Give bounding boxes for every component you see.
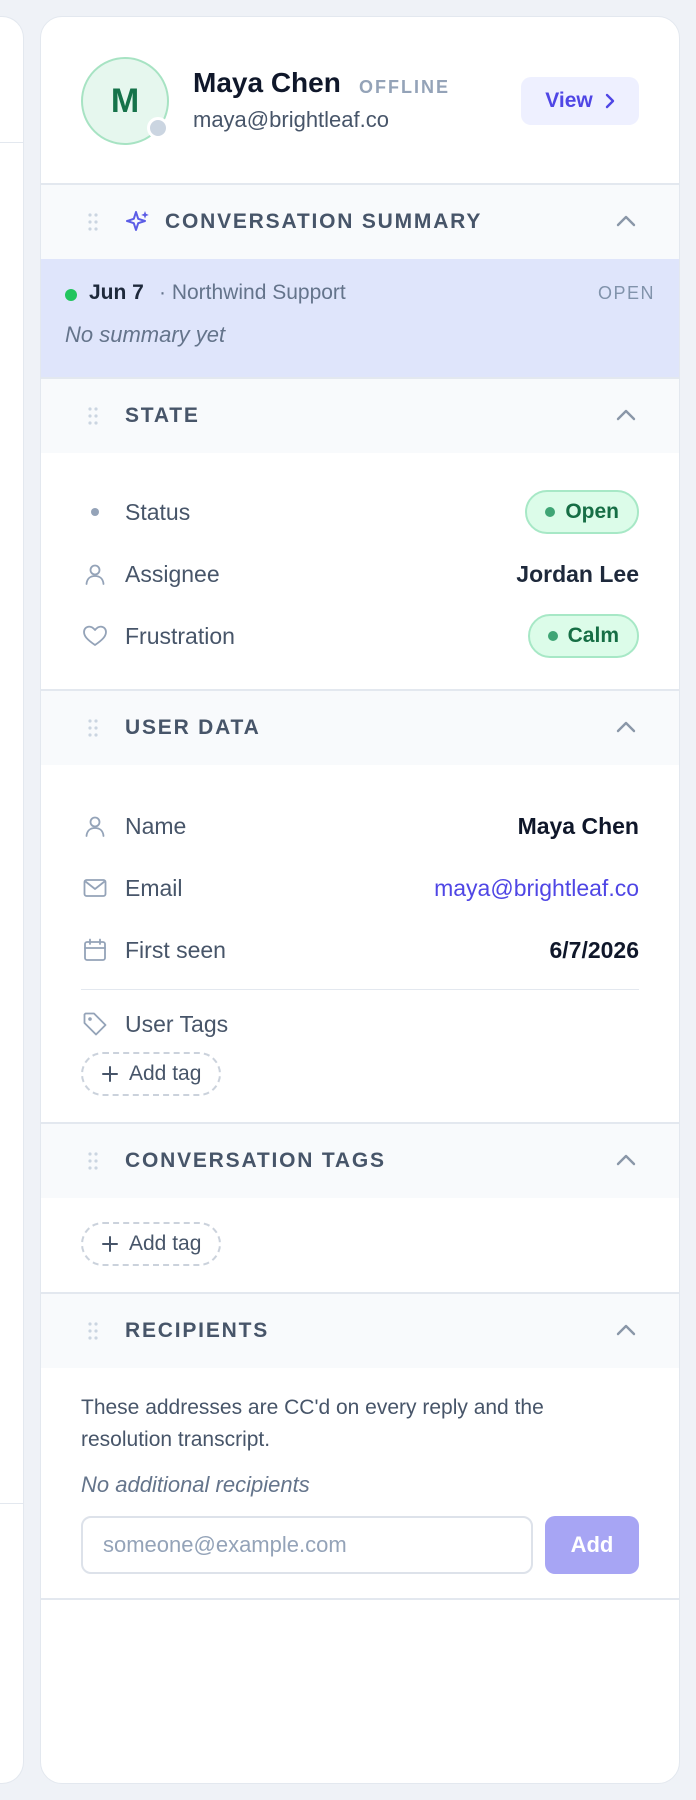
conversation-details-panel: M Maya Chen OFFLINE maya@brightleaf.co V… bbox=[40, 16, 680, 1784]
drag-handle-icon[interactable] bbox=[87, 719, 99, 737]
user-icon bbox=[81, 560, 109, 588]
plus-icon bbox=[102, 1236, 118, 1252]
state-row-assignee: Assignee Jordan Lee bbox=[81, 543, 639, 605]
conversation-state: OPEN bbox=[597, 283, 655, 303]
email-link[interactable]: maya@brightleaf.co bbox=[434, 875, 639, 902]
chevron-right-icon bbox=[605, 93, 614, 109]
section-title: CONVERSATION TAGS bbox=[125, 1149, 386, 1172]
chevron-up-icon[interactable] bbox=[615, 1151, 637, 1167]
section-title: RECIPIENTS bbox=[125, 1319, 270, 1342]
user-tags-row: User Tags bbox=[81, 998, 639, 1050]
state-row-frustration: Frustration Calm bbox=[81, 605, 639, 667]
mail-icon bbox=[81, 874, 109, 902]
dot-icon bbox=[81, 498, 109, 526]
chevron-up-icon[interactable] bbox=[615, 406, 637, 422]
status-badge[interactable]: Open bbox=[525, 490, 639, 534]
drag-handle-icon[interactable] bbox=[87, 1152, 99, 1170]
user-icon bbox=[81, 812, 109, 840]
section-header-recipients[interactable]: RECIPIENTS bbox=[41, 1294, 679, 1368]
contact-status: OFFLINE bbox=[359, 77, 450, 97]
contact-name: Maya Chen bbox=[193, 67, 341, 98]
view-contact-button[interactable]: View bbox=[521, 77, 639, 125]
conversation-date: Jun 7 bbox=[89, 281, 144, 304]
adjacent-panel-edge bbox=[0, 16, 24, 1784]
recipients-empty-state: No additional recipients bbox=[81, 1472, 310, 1497]
frustration-badge[interactable]: Calm bbox=[527, 614, 639, 658]
contact-header: M Maya Chen OFFLINE maya@brightleaf.co V… bbox=[41, 17, 679, 185]
sparkle-icon bbox=[126, 211, 149, 231]
recipient-email-input[interactable] bbox=[81, 1516, 533, 1574]
user-data-section: Name Maya Chen Email maya@brightleaf.co … bbox=[41, 765, 679, 1122]
assignee-value[interactable]: Jordan Lee bbox=[516, 561, 639, 588]
state-row-status: Status Open bbox=[81, 481, 639, 543]
recipients-section: These addresses are CC'd on every reply … bbox=[41, 1368, 679, 1598]
section-title: CONVERSATION SUMMARY bbox=[165, 210, 483, 233]
first-seen-value: 6/7/2026 bbox=[549, 936, 639, 963]
avatar: M bbox=[81, 57, 169, 145]
name-value: Maya Chen bbox=[517, 812, 639, 839]
recipients-description: These addresses are CC'd on every reply … bbox=[81, 1396, 544, 1451]
user-row-first-seen: First seen 6/7/2026 bbox=[81, 919, 639, 981]
conversation-summary-card[interactable]: Jun 7 · Northwind Support OPEN No summar… bbox=[41, 259, 679, 377]
add-user-tag-button[interactable]: Add tag bbox=[81, 1052, 222, 1096]
drag-handle-icon[interactable] bbox=[87, 407, 99, 425]
summary-text: No summary yet bbox=[65, 322, 226, 347]
section-header-user-data[interactable]: USER DATA bbox=[41, 691, 679, 765]
drag-handle-icon[interactable] bbox=[87, 1322, 99, 1340]
status-dot bbox=[65, 289, 77, 301]
contact-email: maya@brightleaf.co bbox=[193, 107, 389, 132]
chevron-up-icon[interactable] bbox=[615, 212, 637, 228]
conversation-tags-section: Add tag bbox=[41, 1198, 679, 1292]
drag-handle-icon[interactable] bbox=[87, 213, 99, 231]
add-recipient-button[interactable]: Add bbox=[545, 1516, 639, 1574]
presence-indicator bbox=[147, 117, 169, 139]
section-title: STATE bbox=[125, 404, 200, 427]
calendar-icon bbox=[81, 936, 109, 964]
tag-icon bbox=[81, 1010, 109, 1038]
add-recipient-form: Add bbox=[81, 1516, 639, 1574]
plus-icon bbox=[102, 1066, 118, 1082]
chevron-up-icon[interactable] bbox=[615, 1321, 637, 1337]
section-header-conversation-tags[interactable]: CONVERSATION TAGS bbox=[41, 1124, 679, 1198]
section-header-conversation-summary[interactable]: CONVERSATION SUMMARY bbox=[41, 185, 679, 259]
section-header-state[interactable]: STATE bbox=[41, 379, 679, 453]
conversation-source: · Northwind Support bbox=[159, 281, 346, 304]
heart-icon bbox=[81, 622, 109, 650]
user-row-email: Email maya@brightleaf.co bbox=[81, 857, 639, 919]
section-title: USER DATA bbox=[125, 716, 261, 739]
add-conversation-tag-button[interactable]: Add tag bbox=[81, 1222, 222, 1266]
state-section: Status Open Assignee Jordan Lee Frustrat… bbox=[41, 453, 679, 689]
user-row-name: Name Maya Chen bbox=[81, 795, 639, 857]
chevron-up-icon[interactable] bbox=[615, 718, 637, 734]
